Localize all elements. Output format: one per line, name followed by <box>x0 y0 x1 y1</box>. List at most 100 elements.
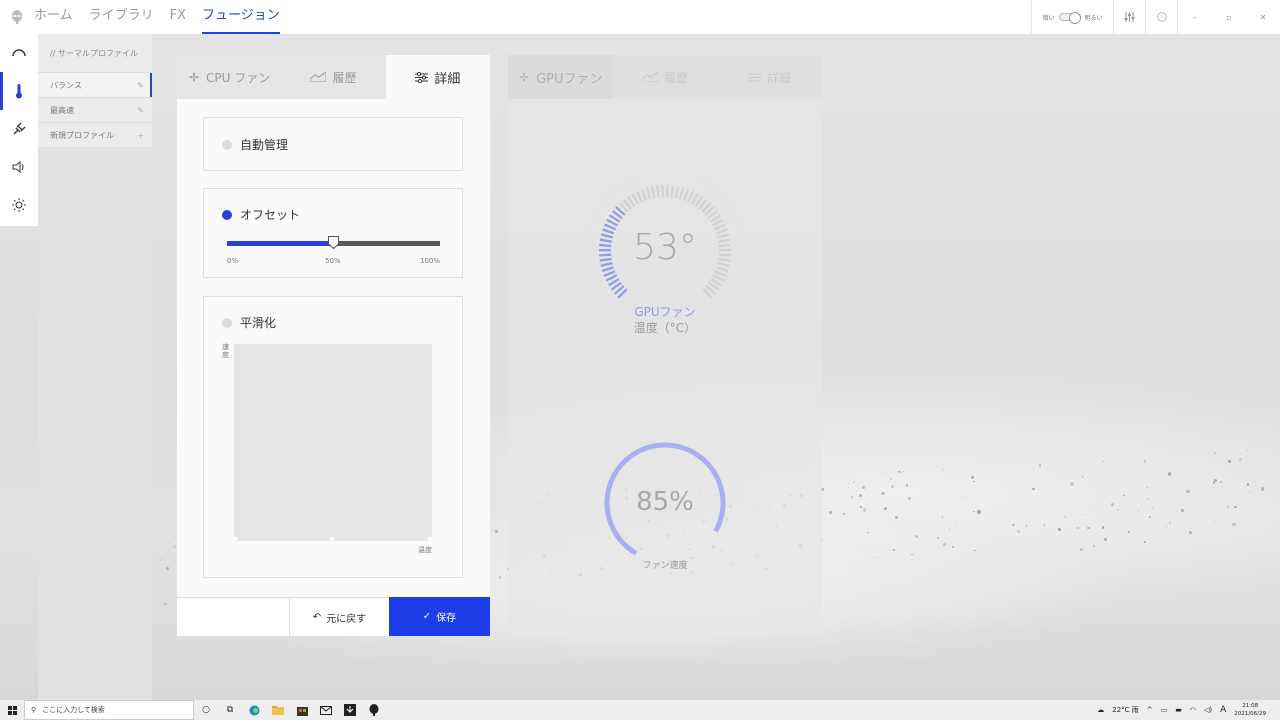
file-explorer-icon[interactable] <box>266 700 290 720</box>
smoothing-label: 平滑化 <box>240 316 277 330</box>
taskbar-clock[interactable]: 21:08 2021/06/29 <box>1234 702 1266 718</box>
top-bar: ホーム ライブラリ FX フュージョン 暗い 明るい ! – ▫ ✕ <box>0 0 1280 34</box>
fan-curve-graph[interactable] <box>234 344 432 541</box>
restore-icon[interactable]: ▫ <box>1212 0 1246 34</box>
nav-home[interactable]: ホーム <box>34 0 73 34</box>
rail-audio[interactable] <box>0 148 38 186</box>
particle <box>1239 475 1241 478</box>
temperature-value: 53° <box>633 227 697 268</box>
alienware-logo-icon[interactable] <box>0 0 34 34</box>
particle <box>891 484 894 488</box>
speaker-icon <box>12 161 24 173</box>
particle <box>1101 526 1105 529</box>
particle <box>1082 513 1084 515</box>
wifi-icon[interactable]: ◠ <box>1190 706 1196 714</box>
chevron-up-icon[interactable]: ^ <box>1147 706 1153 714</box>
settings-sliders-icon[interactable] <box>1113 0 1145 34</box>
windows-start-icon[interactable] <box>0 700 24 720</box>
gauge-tick <box>605 274 618 282</box>
nav-library[interactable]: ライブラリ <box>89 0 154 34</box>
auto-manage-option[interactable]: 自動管理 <box>203 117 463 171</box>
particle <box>1167 472 1171 476</box>
curve-point[interactable] <box>234 536 238 542</box>
particle <box>1249 491 1251 493</box>
weather-icon[interactable]: ☁ <box>1097 706 1104 714</box>
mail-icon[interactable] <box>314 700 338 720</box>
particle <box>1152 506 1154 508</box>
profile-item-new[interactable]: 新規プロファイル + <box>38 122 152 147</box>
tab-cpu-fan[interactable]: CPU ファン <box>177 55 282 99</box>
taskbar-search-input[interactable]: ⚲ ここに入力して検索 <box>24 700 194 720</box>
nav-fusion[interactable]: フュージョン <box>202 0 280 34</box>
cortana-icon[interactable]: ○ <box>194 700 218 720</box>
tab-gpu-details[interactable]: 詳細 <box>717 55 823 99</box>
help-icon[interactable]: ! <box>1145 0 1177 34</box>
close-icon[interactable]: ✕ <box>1246 0 1280 34</box>
gauge-tick <box>645 187 652 200</box>
minimize-icon[interactable]: – <box>1178 0 1212 34</box>
save-button[interactable]: ✓ 保存 <box>389 597 490 636</box>
particle <box>1143 460 1147 463</box>
particle <box>160 558 163 561</box>
weather-text[interactable]: 22°C 雨 <box>1112 705 1139 715</box>
edit-pencil-icon[interactable]: ✎ <box>137 106 144 115</box>
particle <box>1076 526 1080 530</box>
rail-lighting[interactable] <box>0 186 38 224</box>
particle <box>892 549 895 551</box>
rail-performance[interactable] <box>0 34 38 72</box>
profile-item-balanced[interactable]: バランス ✎ <box>38 72 152 98</box>
task-view-icon[interactable]: ⧉ <box>218 700 242 720</box>
tab-gpu-history[interactable]: 履歴 <box>612 55 718 99</box>
top-right-controls: 暗い 明るい ! – ▫ ✕ <box>1031 0 1280 34</box>
network-icon[interactable]: ▭ <box>1161 706 1168 714</box>
brightness-toggle-group: 暗い 明るい <box>1031 0 1113 34</box>
curve-point[interactable] <box>427 536 433 542</box>
nav-fx[interactable]: FX <box>170 0 186 34</box>
particle <box>964 495 966 497</box>
gauge-tick <box>640 188 648 201</box>
smoothing-option[interactable]: 平滑化 速度 温度 <box>203 296 463 578</box>
rail-power[interactable] <box>0 110 38 148</box>
tab-cpu-details[interactable]: 詳細 <box>385 55 490 99</box>
particle <box>898 470 901 474</box>
curve-point[interactable] <box>329 536 335 542</box>
plus-icon[interactable]: + <box>137 131 144 140</box>
store-icon[interactable] <box>290 700 314 720</box>
edge-icon[interactable] <box>242 700 266 720</box>
particle <box>867 531 869 533</box>
particle <box>1050 498 1053 500</box>
particle <box>1234 530 1237 533</box>
smoothing-radio[interactable] <box>222 317 232 328</box>
profile-item-max[interactable]: 最高速 ✎ <box>38 97 152 122</box>
particle <box>494 529 498 533</box>
slider-thumb[interactable] <box>328 236 339 249</box>
tab-cpu-history[interactable]: 履歴 <box>281 55 386 99</box>
rail-thermal[interactable] <box>0 72 38 110</box>
volume-icon[interactable]: ◁) <box>1204 706 1212 714</box>
particle <box>863 508 867 512</box>
brightness-toggle[interactable] <box>1058 12 1081 24</box>
edit-pencil-icon[interactable]: ✎ <box>137 81 144 90</box>
particle <box>1144 541 1147 544</box>
revert-button[interactable]: ↶ 元に戻す <box>289 597 389 636</box>
auto-manage-radio[interactable] <box>222 139 232 150</box>
download-app-icon[interactable] <box>338 700 362 720</box>
tab-gpu-fan[interactable]: GPUファン <box>508 55 613 99</box>
plug-icon <box>13 122 26 135</box>
alienware-app-icon[interactable] <box>362 700 386 720</box>
gauge-tick <box>635 190 644 203</box>
particle <box>837 508 839 511</box>
battery-icon[interactable]: ▬ <box>1175 706 1182 714</box>
offset-radio[interactable] <box>222 209 232 220</box>
ime-indicator[interactable]: A <box>1220 705 1226 715</box>
search-icon: ⚲ <box>31 706 37 714</box>
particle <box>1181 509 1185 513</box>
particle <box>1188 530 1192 534</box>
particle <box>911 553 913 555</box>
temperature-label: 温度（°C） <box>633 321 697 335</box>
offset-slider[interactable] <box>227 236 440 249</box>
particle <box>499 576 502 579</box>
gauge-tick <box>686 190 695 203</box>
offset-option[interactable]: オフセット 0% 50% 100% <box>203 188 463 278</box>
particle <box>1246 482 1250 486</box>
